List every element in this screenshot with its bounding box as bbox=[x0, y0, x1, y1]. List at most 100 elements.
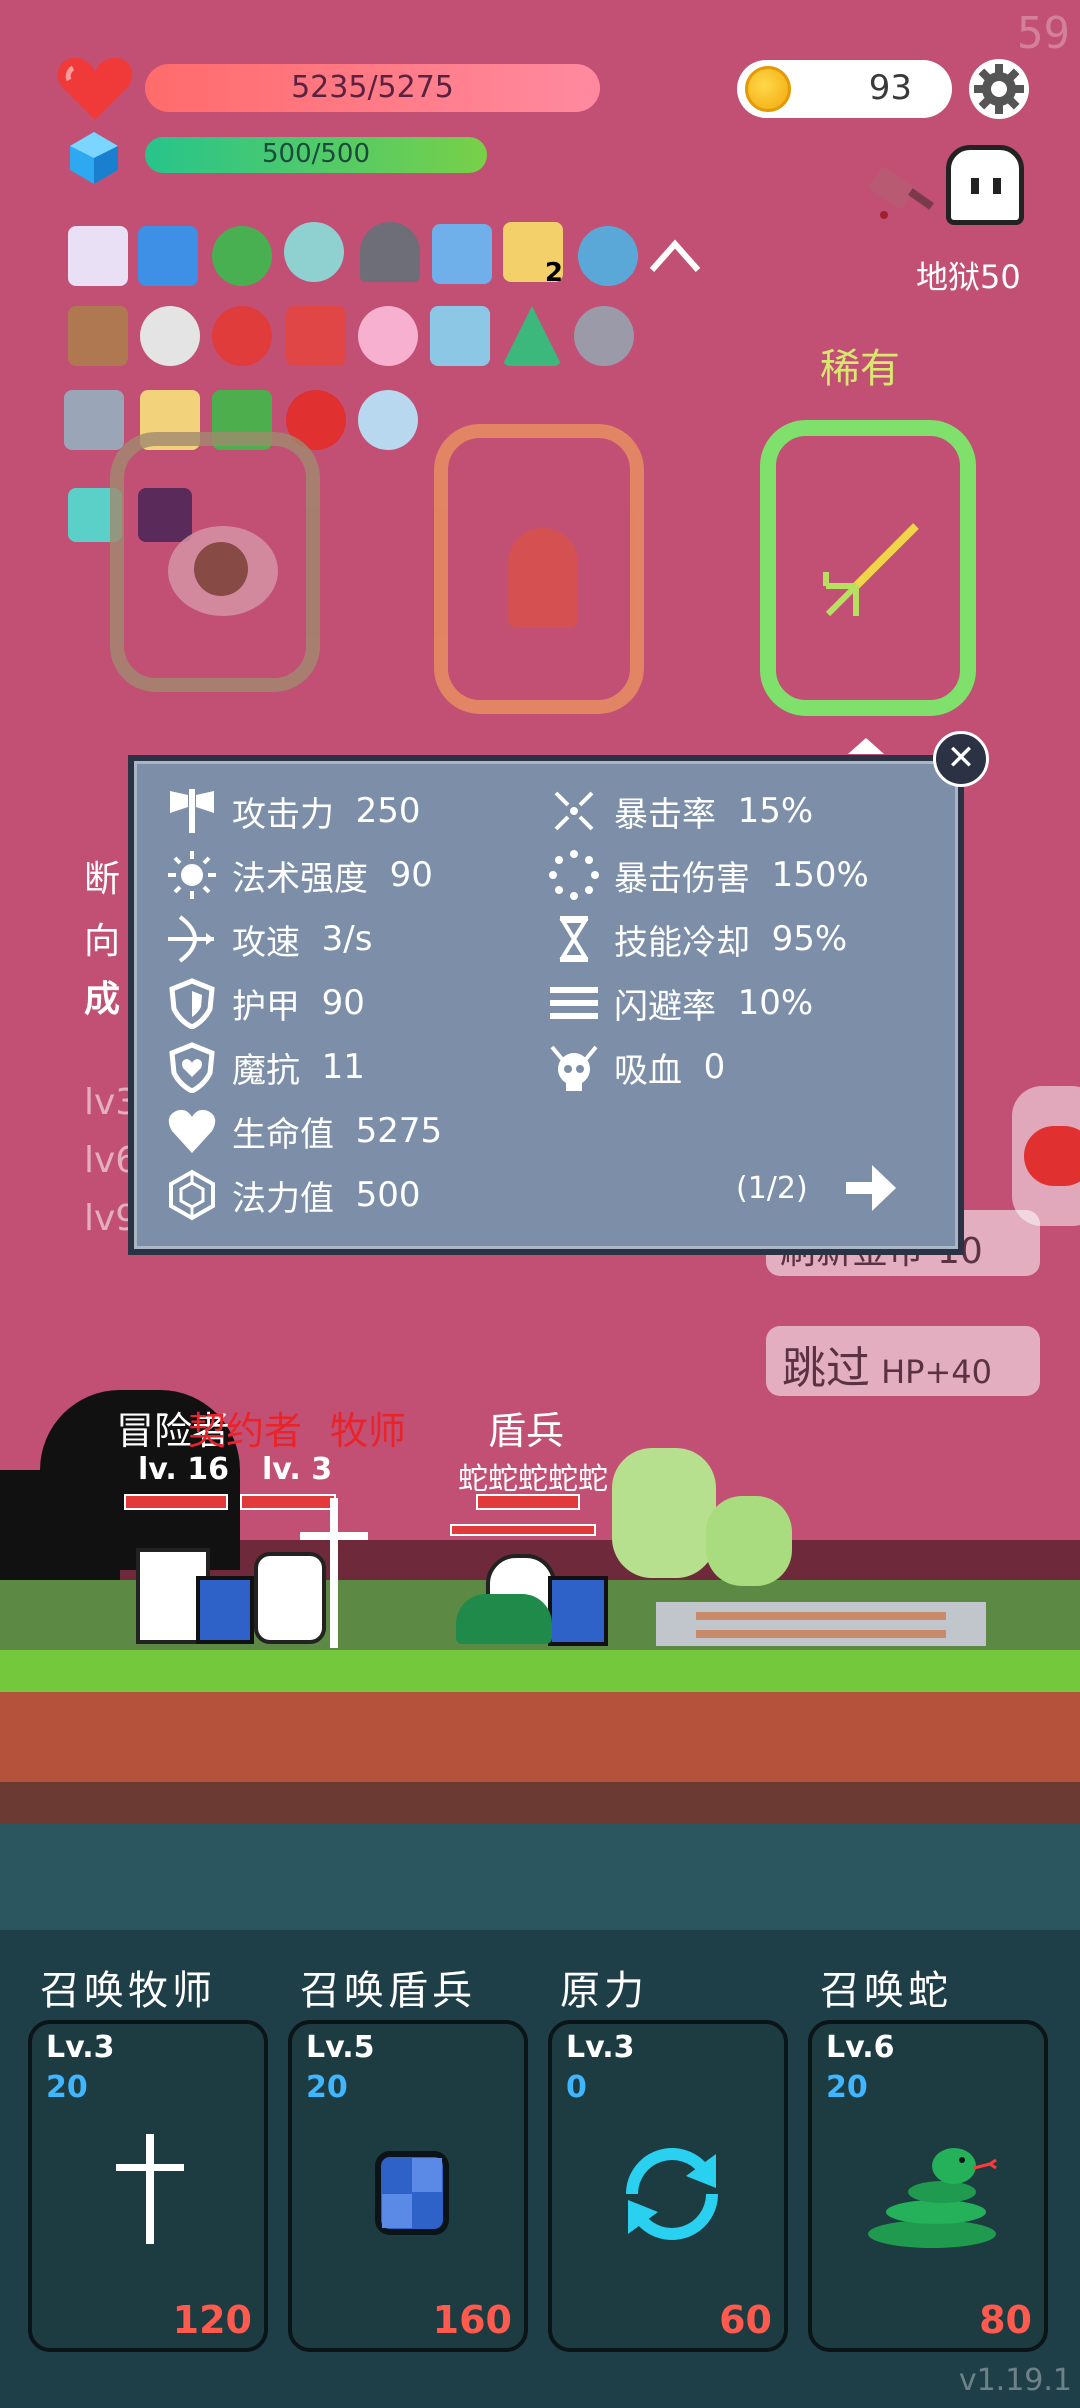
campfire-icon bbox=[508, 528, 578, 628]
heart-icon bbox=[168, 1109, 216, 1153]
sun-icon bbox=[168, 851, 216, 899]
ally-level-contractor: lv. 3 bbox=[262, 1452, 333, 1487]
enemy-name-snakes: 蛇蛇蛇蛇蛇 bbox=[458, 1462, 608, 1497]
skill-title-summon-snake: 召唤蛇 bbox=[820, 1968, 952, 2014]
meteor-icon[interactable] bbox=[574, 306, 634, 366]
scroll-count: 2 bbox=[544, 258, 563, 288]
disc-icon[interactable] bbox=[284, 222, 344, 282]
pitchfork-icon bbox=[823, 523, 919, 617]
close-panel-button[interactable]: ✕ bbox=[933, 731, 989, 787]
tree-1 bbox=[612, 1448, 716, 1578]
burst-icon bbox=[549, 850, 599, 900]
rarity-label: 稀有 bbox=[820, 346, 900, 392]
stats-panel: 攻击力 250 法术强度 90 攻速 3/s 护甲 90 魔抗 11 生命值 5… bbox=[128, 755, 964, 1255]
ally-level-adventurer: lv. 16 bbox=[138, 1452, 229, 1487]
heart-shield-icon bbox=[169, 1042, 215, 1093]
door-icon[interactable] bbox=[360, 222, 420, 282]
cycle-arrows-icon bbox=[626, 2148, 718, 2240]
desc-line-2: 向 bbox=[84, 921, 121, 962]
shieldman-shield-icon bbox=[548, 1576, 608, 1646]
desc-line-3: 成 bbox=[84, 979, 121, 1020]
version-label: v1.19.1 bbox=[958, 2363, 1072, 2398]
stat-lifesteal: 吸血 0 bbox=[548, 1041, 725, 1093]
deep-dirt-strip bbox=[0, 1782, 1080, 1824]
stat-cooldown: 技能冷却 95% bbox=[548, 913, 847, 965]
sword-icon[interactable] bbox=[64, 390, 124, 450]
hourglass-icon bbox=[559, 916, 589, 962]
gear-icon[interactable] bbox=[968, 58, 1030, 120]
reward-card-campfire[interactable] bbox=[434, 424, 644, 714]
tree-2 bbox=[706, 1496, 792, 1586]
snake-icon bbox=[868, 2148, 997, 2248]
skill-card-summon-shield[interactable]: Lv.5 20 160 bbox=[288, 2020, 528, 2352]
side-card-peek[interactable] bbox=[1012, 1086, 1080, 1226]
potion-icon[interactable] bbox=[68, 306, 128, 366]
stat-crit-damage: 暴击伤害 150% bbox=[548, 849, 869, 901]
tent-icon[interactable] bbox=[502, 306, 562, 366]
stat-armor: 护甲 90 bbox=[166, 977, 365, 1029]
tea-cup-icon[interactable] bbox=[212, 226, 272, 286]
skill-title-summon-priest: 召唤牧师 bbox=[40, 1968, 216, 2014]
ghost-icon[interactable] bbox=[946, 145, 1024, 225]
desc-line-1: 断 bbox=[84, 859, 121, 900]
skull-icon bbox=[550, 1045, 598, 1091]
strawberry-icon[interactable] bbox=[212, 306, 272, 366]
stat-attack: 攻击力 250 bbox=[166, 785, 421, 837]
stat-crit-rate-value: 15% bbox=[737, 791, 814, 831]
skill-card-summon-snake[interactable]: Lv.6 20 80 bbox=[808, 2020, 1048, 2352]
stat-health: 生命值 5275 bbox=[166, 1105, 442, 1157]
reward-card-fork[interactable] bbox=[760, 420, 976, 716]
stat-crit-rate: 暴击率 15% bbox=[548, 785, 813, 837]
card-pointer bbox=[848, 738, 884, 754]
fence bbox=[656, 1602, 986, 1646]
chevron-up-icon[interactable] bbox=[648, 236, 702, 276]
stat-attack-speed-value: 3/s bbox=[321, 919, 373, 959]
grass-strip bbox=[0, 1650, 1080, 1692]
bow-icon bbox=[168, 915, 214, 963]
safety-pin-icon[interactable] bbox=[358, 390, 418, 450]
eye-icon bbox=[168, 526, 278, 616]
next-page-arrow-icon[interactable] bbox=[844, 1161, 898, 1215]
snake-enemy-sprite[interactable] bbox=[456, 1594, 552, 1644]
stat-cooldown-value: 95% bbox=[771, 919, 848, 959]
skill-title-summon-shield: 召唤盾兵 bbox=[300, 1968, 476, 2014]
ice-cream-icon[interactable] bbox=[358, 306, 418, 366]
skill-card-force[interactable]: Lv.3 0 60 bbox=[548, 2020, 788, 2352]
skill-title-force: 原力 bbox=[560, 1968, 648, 2014]
ally-name-priest: 牧师 bbox=[330, 1409, 407, 1453]
tools-icon[interactable] bbox=[430, 306, 490, 366]
fps-counter: 59 bbox=[1017, 8, 1070, 59]
reward-card-eye[interactable] bbox=[110, 432, 320, 692]
sock-icon[interactable] bbox=[286, 306, 346, 366]
ally-hp-adventurer bbox=[124, 1494, 228, 1510]
star-card-icon[interactable] bbox=[138, 226, 198, 286]
mp-text: 500/500 bbox=[261, 139, 370, 169]
mp-bar: 500/500 bbox=[145, 137, 487, 173]
page-indicator: (1/2) bbox=[736, 1171, 808, 1206]
axe-icon bbox=[170, 789, 214, 833]
coin-amount: 93 bbox=[868, 68, 912, 108]
stat-dodge: 闪避率 10% bbox=[548, 977, 813, 1029]
hp-text: 5235/5275 bbox=[291, 70, 454, 105]
hook-icon[interactable] bbox=[140, 306, 200, 366]
blue-shield-icon bbox=[375, 2151, 449, 2235]
stat-armor-value: 90 bbox=[321, 983, 365, 1023]
mana-gem-icon bbox=[70, 132, 118, 184]
coat-icon[interactable] bbox=[432, 224, 492, 284]
enemy-hp-shieldman bbox=[476, 1494, 580, 1510]
stat-spell-power: 法术强度 90 bbox=[166, 849, 433, 901]
lines-icon bbox=[550, 987, 598, 1019]
stat-spell-power-value: 90 bbox=[389, 855, 433, 895]
difficulty-label: 地狱50 bbox=[916, 258, 1021, 296]
enemy-name-shieldman: 盾兵 bbox=[488, 1409, 565, 1453]
bloody-cleaver-icon[interactable] bbox=[862, 145, 942, 225]
scroll-icon[interactable]: 2 bbox=[503, 222, 563, 288]
stat-health-value: 5275 bbox=[355, 1111, 443, 1151]
battle-scene: 冒险者 契约者 牧师 lv. 16 lv. 3 盾兵 蛇蛇蛇蛇蛇 bbox=[0, 1380, 1080, 1650]
magnifier-icon[interactable] bbox=[578, 226, 638, 286]
skill-card-summon-priest[interactable]: Lv.3 20 120 bbox=[28, 2020, 268, 2352]
stat-magic-resist-value: 11 bbox=[321, 1047, 365, 1087]
scroll-bag-icon[interactable] bbox=[68, 226, 128, 286]
enemy-hp-snakes bbox=[450, 1524, 596, 1536]
priest-cross-icon[interactable] bbox=[294, 1498, 374, 1648]
